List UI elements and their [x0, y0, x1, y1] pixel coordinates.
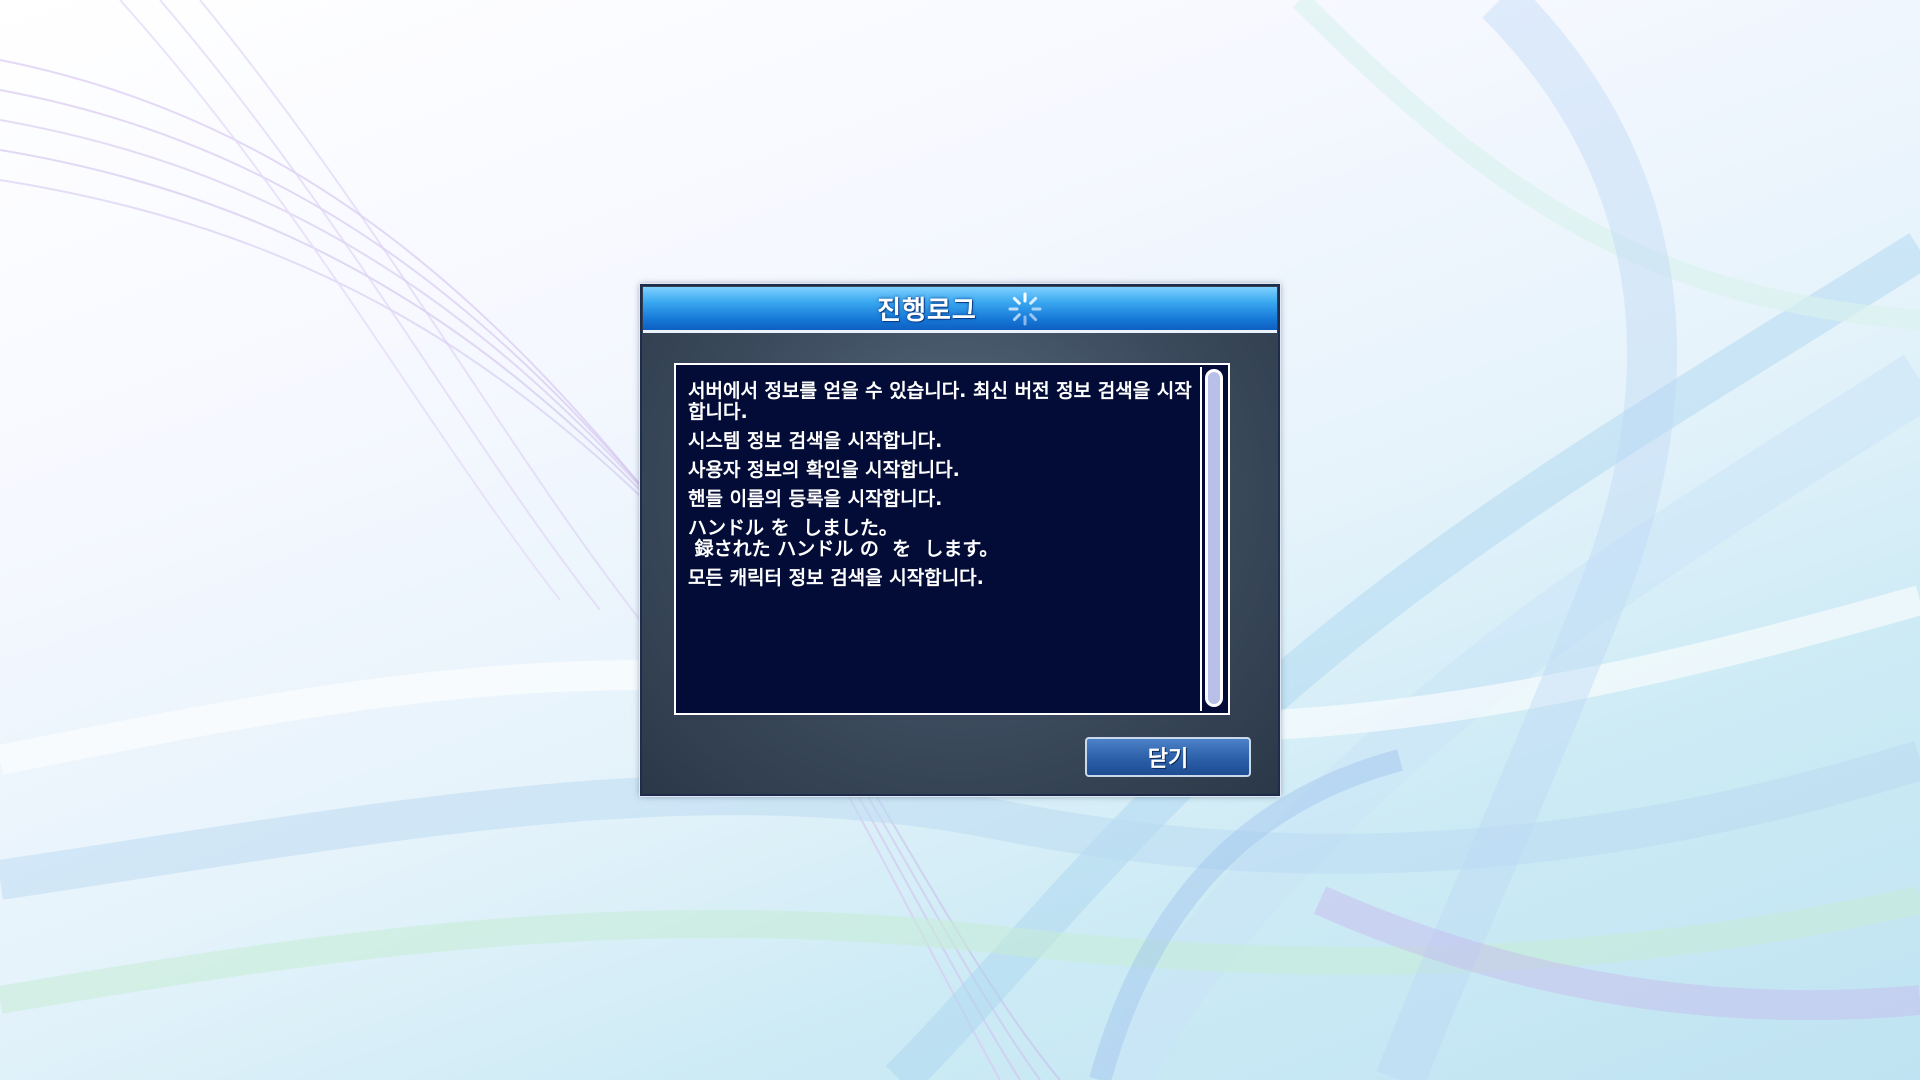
log-line: 사용자 정보의 확인을 시작합니다. — [688, 459, 960, 481]
dialog-title: 진행로그 — [877, 296, 977, 326]
log-line: ハンドル を しました。 録された ハンドル の を します。 — [688, 517, 999, 560]
log-scrollbar[interactable] — [1200, 367, 1226, 711]
scrollbar-thumb[interactable] — [1205, 369, 1223, 707]
close-button[interactable]: 닫기 — [1085, 737, 1251, 777]
dialog-titlebar: 진행로그 — [643, 287, 1277, 333]
log-content: 서버에서 정보를 얻을 수 있습니다. 최신 버전 정보 검색을 시작합니다. … — [688, 381, 1198, 597]
log-panel: 서버에서 정보를 얻을 수 있습니다. 최신 버전 정보 검색을 시작합니다. … — [674, 363, 1230, 715]
log-line: 시스템 정보 검색을 시작합니다. — [688, 430, 943, 452]
log-line: 핸들 이름의 등록을 시작합니다. — [688, 488, 943, 510]
log-line: 서버에서 정보를 얻을 수 있습니다. 최신 버전 정보 검색을 시작합니다. — [688, 380, 1192, 423]
log-line: 모든 캐릭터 정보 검색을 시작합니다. — [688, 567, 984, 589]
progress-log-dialog: 진행로그 서버에서 정보를 얻을 수 있습니다. 최신 버전 정보 검색을 시작… — [639, 283, 1281, 797]
loading-spinner-icon — [1008, 292, 1042, 325]
